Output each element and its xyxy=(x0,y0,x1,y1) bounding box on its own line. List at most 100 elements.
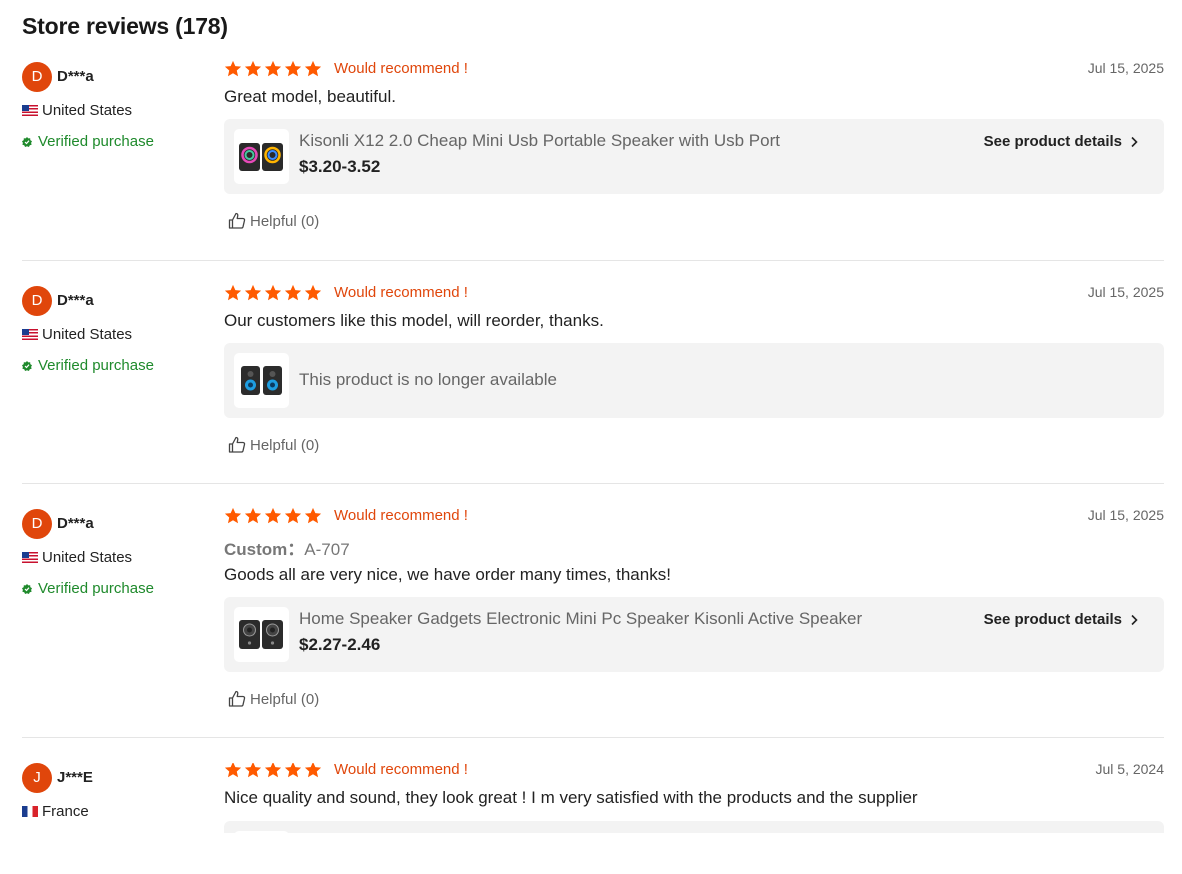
star-icon xyxy=(224,60,242,77)
recommend-label: Would recommend ! xyxy=(334,507,468,524)
star-rating xyxy=(224,60,324,78)
product-name[interactable]: Home Speaker Gadgets Electronic Mini Pc … xyxy=(299,609,862,629)
verified-label: Verified purchase xyxy=(38,133,154,150)
verified-label: Verified purchase xyxy=(38,357,154,374)
review-divider xyxy=(22,483,1164,484)
thumbs-up-icon xyxy=(228,436,246,453)
product-thumbnail[interactable] xyxy=(234,831,289,833)
star-icon xyxy=(264,763,282,778)
star-icon xyxy=(304,763,322,778)
country-label: United States xyxy=(42,326,133,343)
review-date: Jul 5, 2024 xyxy=(1095,763,1165,777)
star-icon xyxy=(224,763,242,778)
verified-badge: Verified purchase xyxy=(22,580,154,597)
product-thumbnail[interactable] xyxy=(234,607,289,662)
helpful-label: Helpful (0) xyxy=(250,436,320,454)
product-name[interactable]: Kisonli X12 2.0 Cheap Mini Usb Portable … xyxy=(299,131,780,151)
see-product-details-link[interactable]: See product details xyxy=(984,133,1140,150)
review-divider xyxy=(22,260,1164,261)
review-divider xyxy=(22,737,1164,738)
fr-flag-icon xyxy=(22,806,38,817)
reviewer-name: D***a xyxy=(57,292,94,309)
star-icon xyxy=(284,60,302,77)
review-date: Jul 15, 2025 xyxy=(1087,284,1164,300)
star-icon xyxy=(304,507,322,524)
us-flag-icon xyxy=(22,329,38,340)
avatar: D xyxy=(22,509,52,539)
star-icon xyxy=(244,763,262,778)
product-thumbnail[interactable] xyxy=(234,129,289,184)
product-price: $2.27-2.46 xyxy=(299,635,381,654)
recommend-label: Would recommend ! xyxy=(334,763,468,778)
review-text: Nice quality and sound, they look great … xyxy=(224,788,918,807)
review-card: D D***a United States Verified purchase … xyxy=(22,284,1164,471)
reviewer-country: United States xyxy=(22,326,132,343)
review-text: Goods all are very nice, we have order m… xyxy=(224,565,671,584)
custom-value: A-707 xyxy=(304,540,350,559)
verified-icon xyxy=(22,360,32,371)
helpful-button[interactable]: Helpful (0) xyxy=(228,690,319,708)
star-rating xyxy=(224,763,324,779)
star-icon xyxy=(244,284,262,301)
helpful-button[interactable]: Helpful (0) xyxy=(228,212,319,230)
product-price: $3.20-3.52 xyxy=(299,157,381,176)
review-text: Our customers like this model, will reor… xyxy=(224,311,604,330)
us-flag-icon xyxy=(22,552,38,563)
thumbs-up-icon xyxy=(228,690,246,707)
star-icon xyxy=(224,507,242,524)
reviewer-name: D***a xyxy=(57,515,94,532)
product-card[interactable]: Kisonli X12 2.0 Cheap Mini Usb Portable … xyxy=(224,119,1164,194)
star-icon xyxy=(244,507,262,524)
avatar: J xyxy=(22,763,52,793)
custom-option: Custom：A-707 xyxy=(224,535,350,560)
details-label: See product details xyxy=(983,611,1122,628)
helpful-label: Helpful (0) xyxy=(250,212,320,230)
star-icon xyxy=(284,507,302,524)
reviewer-name: J***E xyxy=(57,769,93,786)
country-label: United States xyxy=(42,549,133,566)
star-icon xyxy=(244,60,262,77)
custom-label: Custom： xyxy=(224,540,305,559)
see-product-details-link[interactable]: See product details xyxy=(984,611,1140,628)
star-icon xyxy=(264,507,282,524)
review-card: J J***E France Would recommend ! Jul 5, … xyxy=(22,763,1164,833)
recommend-label: Would recommend ! xyxy=(334,284,468,301)
verified-icon xyxy=(22,136,32,147)
helpful-label: Helpful (0) xyxy=(250,690,320,708)
star-icon xyxy=(264,284,282,301)
helpful-button[interactable]: Helpful (0) xyxy=(228,436,319,454)
avatar: D xyxy=(22,62,52,92)
avatar: D xyxy=(22,286,52,316)
star-icon xyxy=(284,763,302,778)
product-card: This product is no longer available xyxy=(224,343,1164,418)
star-rating xyxy=(224,284,324,302)
star-icon xyxy=(304,284,322,301)
review-card: D D***a United States Verified purchase … xyxy=(22,60,1164,247)
chevron-right-icon xyxy=(1131,614,1138,625)
review-date: Jul 15, 2025 xyxy=(1087,60,1164,76)
star-icon xyxy=(284,284,302,301)
reviewer-country: United States xyxy=(22,102,132,119)
page-title: Store reviews (178) xyxy=(22,13,228,39)
product-unavailable-text: This product is no longer available xyxy=(299,370,557,389)
details-label: See product details xyxy=(983,133,1122,150)
country-label: France xyxy=(42,803,89,820)
review-card: D D***a United States Verified purchase … xyxy=(22,507,1164,724)
us-flag-icon xyxy=(22,105,38,116)
reviewer-country: France xyxy=(22,803,89,820)
country-label: United States xyxy=(42,102,133,119)
product-card[interactable] xyxy=(224,821,1164,833)
star-rating xyxy=(224,507,324,525)
reviewer-name: D***a xyxy=(57,68,94,85)
star-icon xyxy=(304,60,322,77)
review-text: Great model, beautiful. xyxy=(224,87,396,106)
star-icon xyxy=(224,284,242,301)
verified-label: Verified purchase xyxy=(38,580,154,597)
review-date: Jul 15, 2025 xyxy=(1087,507,1164,523)
reviewer-country: United States xyxy=(22,549,132,566)
recommend-label: Would recommend ! xyxy=(334,60,468,77)
product-card[interactable]: Home Speaker Gadgets Electronic Mini Pc … xyxy=(224,597,1164,672)
product-thumbnail xyxy=(234,353,289,408)
verified-icon xyxy=(22,583,32,594)
thumbs-up-icon xyxy=(228,212,246,229)
